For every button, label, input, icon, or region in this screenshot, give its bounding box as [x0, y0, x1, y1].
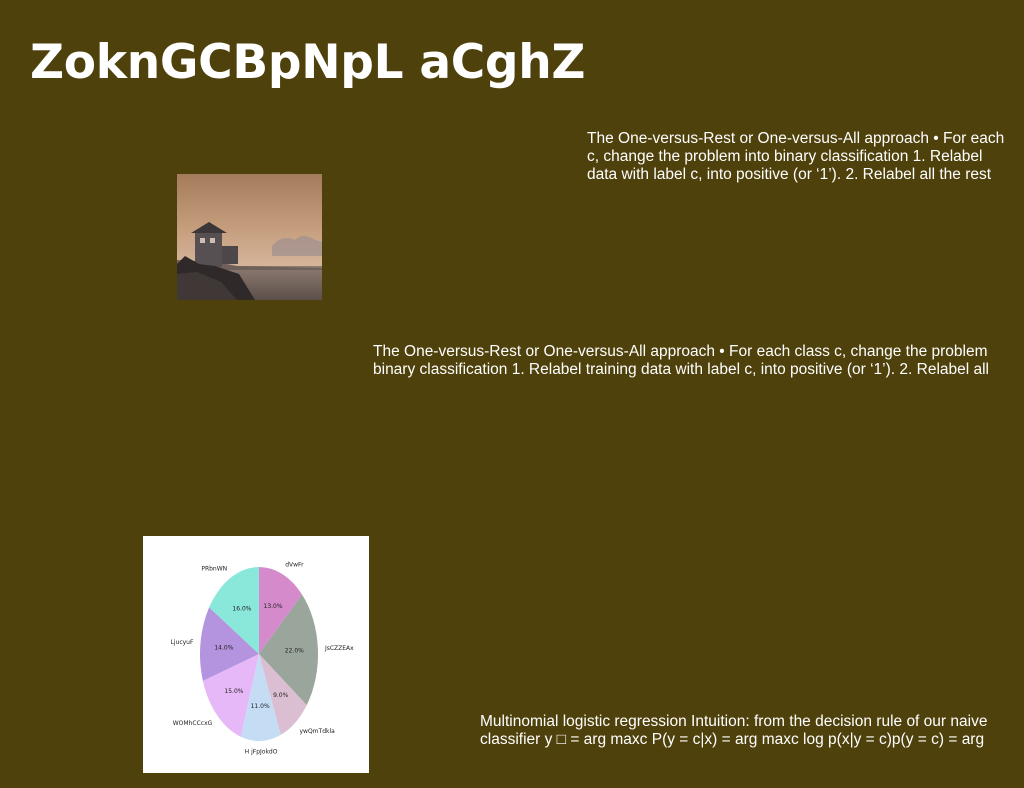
slide-title: ZoknGCBpNpL aCghZ — [30, 35, 586, 90]
pie-category-label: dVwFr — [285, 562, 304, 569]
pie-chart: 13.0% dVwFr 22.0% JsCZZEAx 9.0% ywQmTdkla 11.0… — [171, 562, 355, 756]
pie-value-label: 15.0% — [224, 688, 243, 695]
pie-category-label: WOMhCCcxG — [173, 720, 213, 727]
pie-value-label: 22.0% — [285, 648, 304, 655]
pie-value-label: 11.0% — [251, 703, 270, 710]
text-block-3: Multinomial logistic regression Intuitio… — [480, 713, 988, 748]
pie-category-label: JsCZZEAx — [324, 645, 354, 652]
pie-category-label: LjucyuF — [171, 639, 194, 646]
pie-category-label: ywQmTdkla — [300, 728, 336, 735]
text-block-1: The One-versus-Rest or One-versus-All ap… — [587, 130, 1005, 183]
pie-category-label: PRbnWN — [201, 566, 227, 573]
pie-value-label: 14.0% — [214, 644, 233, 651]
pie-chart-panel: 13.0% dVwFr 22.0% JsCZZEAx 9.0% ywQmTdkla 11.0… — [143, 536, 369, 773]
pie-value-label: 16.0% — [232, 605, 251, 612]
house-photo — [177, 174, 322, 300]
pie-value-label: 9.0% — [273, 692, 289, 699]
text-block-2: The One-versus-Rest or One-versus-All ap… — [373, 343, 990, 378]
pie-category-label: H jFpJokdO — [245, 748, 278, 755]
house-photo-image — [177, 174, 322, 300]
pie-value-label: 13.0% — [264, 603, 283, 610]
